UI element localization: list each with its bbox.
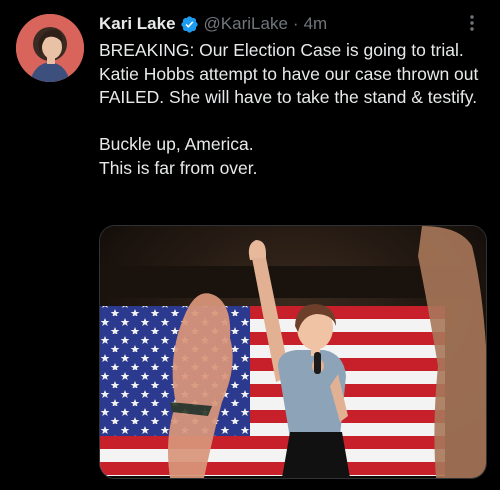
- more-options-icon[interactable]: [462, 13, 482, 33]
- rally-photo-image: [100, 226, 486, 478]
- avatar[interactable]: [16, 14, 84, 82]
- tweet-timestamp[interactable]: 4m: [304, 14, 328, 34]
- author-display-name[interactable]: Kari Lake: [99, 14, 176, 34]
- tweet-text-paragraph: Buckle up, America. This is far from ove…: [99, 134, 258, 178]
- avatar-image: [16, 14, 84, 82]
- tweet-text-paragraph: BREAKING: Our Election Case is going to …: [99, 40, 479, 107]
- verified-badge-icon: [180, 15, 199, 34]
- tweet[interactable]: Kari Lake @KariLake · 4m BREAKING: Our E…: [0, 0, 500, 490]
- header-separator: ·: [292, 14, 299, 33]
- tweet-header: Kari Lake @KariLake · 4m: [99, 12, 327, 36]
- author-handle[interactable]: @KariLake: [204, 14, 288, 34]
- tweet-text: BREAKING: Our Election Case is going to …: [99, 39, 491, 180]
- tweet-photo[interactable]: [99, 225, 487, 479]
